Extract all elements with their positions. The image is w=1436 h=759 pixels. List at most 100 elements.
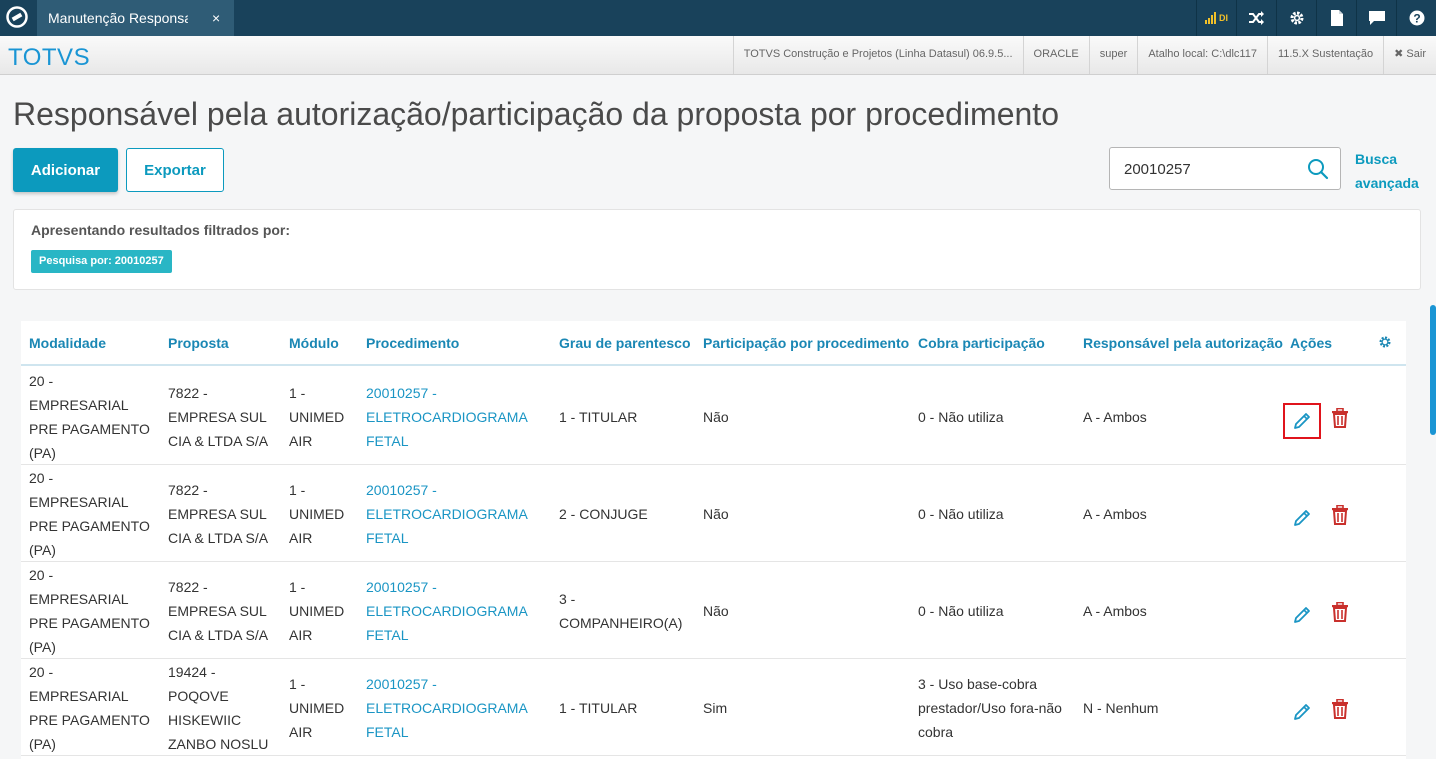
cell-line: 20010257 - bbox=[366, 384, 437, 401]
cell-line: Não bbox=[703, 602, 729, 619]
cell-line: EMPRESA SUL bbox=[168, 408, 267, 425]
cell-grau: 3 - COMPANHEIRO(A) bbox=[559, 562, 699, 659]
search-box bbox=[1109, 147, 1341, 190]
header-cobra[interactable]: Cobra participação bbox=[918, 335, 1045, 351]
cell-line: 3 - bbox=[559, 590, 576, 607]
search-input[interactable] bbox=[1124, 159, 1304, 179]
cell-modalidade: 20 - EMPRESARIAL PRE PAGAMENTO (PA) bbox=[29, 465, 159, 562]
pencil-icon bbox=[1294, 413, 1310, 429]
cell-line: FETAL bbox=[366, 432, 409, 449]
cell-line: 7822 - bbox=[168, 384, 208, 401]
cell-procedimento[interactable]: 20010257 - ELETROCARDIOGRAMA FETAL bbox=[366, 562, 551, 659]
table-row: 20 - EMPRESARIAL PRE PAGAMENTO (PA) 7822 - EM… bbox=[21, 562, 1406, 659]
cell-line: ELETROCARDIOGRAMA bbox=[366, 408, 528, 425]
cell-responsavel: A - Ambos bbox=[1083, 368, 1283, 465]
header-responsavel[interactable]: Responsável pela autorização bbox=[1083, 335, 1283, 351]
delete-button[interactable] bbox=[1329, 697, 1351, 721]
cell-line: EMPRESA SUL bbox=[168, 602, 267, 619]
table-row: 20 - EMPRESARIAL PRE PAGAMENTO (PA) 7822 - EM… bbox=[21, 368, 1406, 465]
cell-line: 1 - TITULAR bbox=[559, 699, 638, 716]
cell-proposta: 19424 - POQOVE HISKEWIIC ZANBO NOSLU bbox=[168, 659, 283, 756]
signal-icon[interactable]: DI bbox=[1196, 0, 1236, 36]
cell-grau: 1 - TITULAR bbox=[559, 659, 699, 756]
page-scrollbar[interactable] bbox=[1430, 305, 1436, 435]
header-modalidade[interactable]: Modalidade bbox=[29, 335, 106, 351]
delete-button[interactable] bbox=[1329, 503, 1351, 527]
cell-line: CIA & LTDA S/A bbox=[168, 529, 269, 546]
cell-line: EMPRESARIAL bbox=[29, 590, 129, 607]
cell-responsavel: A - Ambos bbox=[1083, 465, 1283, 562]
cell-cobra: 0 - Não utiliza bbox=[918, 562, 1078, 659]
cell-participacao: Não bbox=[703, 368, 913, 465]
cell-procedimento[interactable]: 20010257 - ELETROCARDIOGRAMA FETAL bbox=[366, 368, 551, 465]
header-procedimento[interactable]: Procedimento bbox=[366, 335, 459, 351]
cell-line: 20 - bbox=[29, 372, 54, 389]
cell-line: PRE PAGAMENTO bbox=[29, 711, 150, 728]
filter-title: Apresentando resultados filtrados por: bbox=[31, 222, 291, 238]
edit-button[interactable] bbox=[1283, 597, 1321, 633]
cell-line: EMPRESARIAL bbox=[29, 687, 129, 704]
filter-chip[interactable]: Pesquisa por: 20010257 bbox=[31, 250, 172, 273]
cell-line: UNIMED bbox=[289, 505, 345, 522]
cell-line: PRE PAGAMENTO bbox=[29, 517, 150, 534]
tab-close-icon[interactable]: × bbox=[212, 0, 220, 36]
header-acoes: Ações bbox=[1290, 335, 1333, 351]
document-icon[interactable] bbox=[1316, 0, 1356, 36]
cell-modalidade: 20 - EMPRESARIAL PRE PAGAMENTO (PA) bbox=[29, 368, 159, 465]
add-button[interactable]: Adicionar bbox=[13, 148, 118, 192]
cell-line: 2 - CONJUGE bbox=[559, 505, 648, 522]
pencil-icon bbox=[1294, 607, 1310, 623]
cell-modulo: 1 - UNIMED AIR bbox=[289, 465, 359, 562]
help-icon[interactable]: ? bbox=[1396, 0, 1436, 36]
header-participacao[interactable]: Participação por procedimento bbox=[703, 335, 909, 351]
edit-button[interactable] bbox=[1283, 500, 1321, 536]
cell-line: COMPANHEIRO(A) bbox=[559, 614, 683, 631]
header-modulo[interactable]: Módulo bbox=[289, 335, 339, 351]
cell-line: 1 - bbox=[289, 578, 306, 595]
export-button[interactable]: Exportar bbox=[126, 148, 224, 192]
cell-line: ZANBO NOSLU bbox=[168, 735, 269, 752]
signal-label: DI bbox=[1219, 13, 1228, 23]
cell-line: PRE PAGAMENTO bbox=[29, 614, 150, 631]
column-settings-icon[interactable] bbox=[1378, 335, 1392, 354]
cell-proposta: 7822 - EMPRESA SUL CIA & LTDA S/A bbox=[168, 465, 283, 562]
cell-line: A - Ambos bbox=[1083, 602, 1147, 619]
svg-text:?: ? bbox=[1413, 12, 1420, 26]
header-proposta[interactable]: Proposta bbox=[168, 335, 229, 351]
trash-icon bbox=[1332, 699, 1348, 719]
cell-procedimento[interactable]: 20010257 - ELETROCARDIOGRAMA FETAL bbox=[366, 659, 551, 756]
cell-line: A - Ambos bbox=[1083, 505, 1147, 522]
search-icon[interactable] bbox=[1307, 158, 1329, 185]
cell-line: 20010257 - bbox=[366, 675, 437, 692]
page-title: Responsável pela autorização/participaçã… bbox=[13, 96, 1059, 132]
edit-button[interactable] bbox=[1283, 403, 1321, 439]
delete-button[interactable] bbox=[1329, 406, 1351, 430]
gear-icon[interactable] bbox=[1276, 0, 1316, 36]
cell-line: 20010257 - bbox=[366, 481, 437, 498]
advanced-search-link[interactable]: Busca avançada bbox=[1355, 147, 1425, 195]
cell-line: Não bbox=[703, 408, 729, 425]
cell-procedimento[interactable]: 20010257 - ELETROCARDIOGRAMA FETAL bbox=[366, 465, 551, 562]
cell-line: 0 - Não utiliza bbox=[918, 408, 1004, 425]
cell-line: CIA & LTDA S/A bbox=[168, 432, 269, 449]
shuffle-icon[interactable] bbox=[1236, 0, 1276, 36]
header-grau[interactable]: Grau de parentesco bbox=[559, 335, 691, 351]
cell-grau: 1 - TITULAR bbox=[559, 368, 699, 465]
totvs-logo-icon[interactable] bbox=[5, 5, 29, 29]
chat-icon[interactable] bbox=[1356, 0, 1396, 36]
cell-line: UNIMED bbox=[289, 602, 345, 619]
cell-line: AIR bbox=[289, 723, 313, 740]
cell-line: (PA) bbox=[29, 735, 56, 752]
cell-cobra: 0 - Não utiliza bbox=[918, 368, 1078, 465]
tab-manutencao[interactable]: Manutenção Responsa × bbox=[37, 0, 234, 36]
edit-button[interactable] bbox=[1283, 694, 1321, 730]
cell-line: UNIMED bbox=[289, 408, 345, 425]
cell-participacao: Não bbox=[703, 562, 913, 659]
table-row: 20 - EMPRESARIAL PRE PAGAMENTO (PA) 7822 - EM… bbox=[21, 465, 1406, 562]
cell-line: 20 - bbox=[29, 663, 54, 680]
sub-bar: TOTVS TOTVS Construção e Projetos (Linha… bbox=[0, 36, 1436, 75]
logout-button[interactable]: ✖ Sair bbox=[1383, 36, 1436, 74]
delete-button[interactable] bbox=[1329, 600, 1351, 624]
cell-participacao: Não bbox=[703, 465, 913, 562]
cell-line: 1 - bbox=[289, 675, 306, 692]
